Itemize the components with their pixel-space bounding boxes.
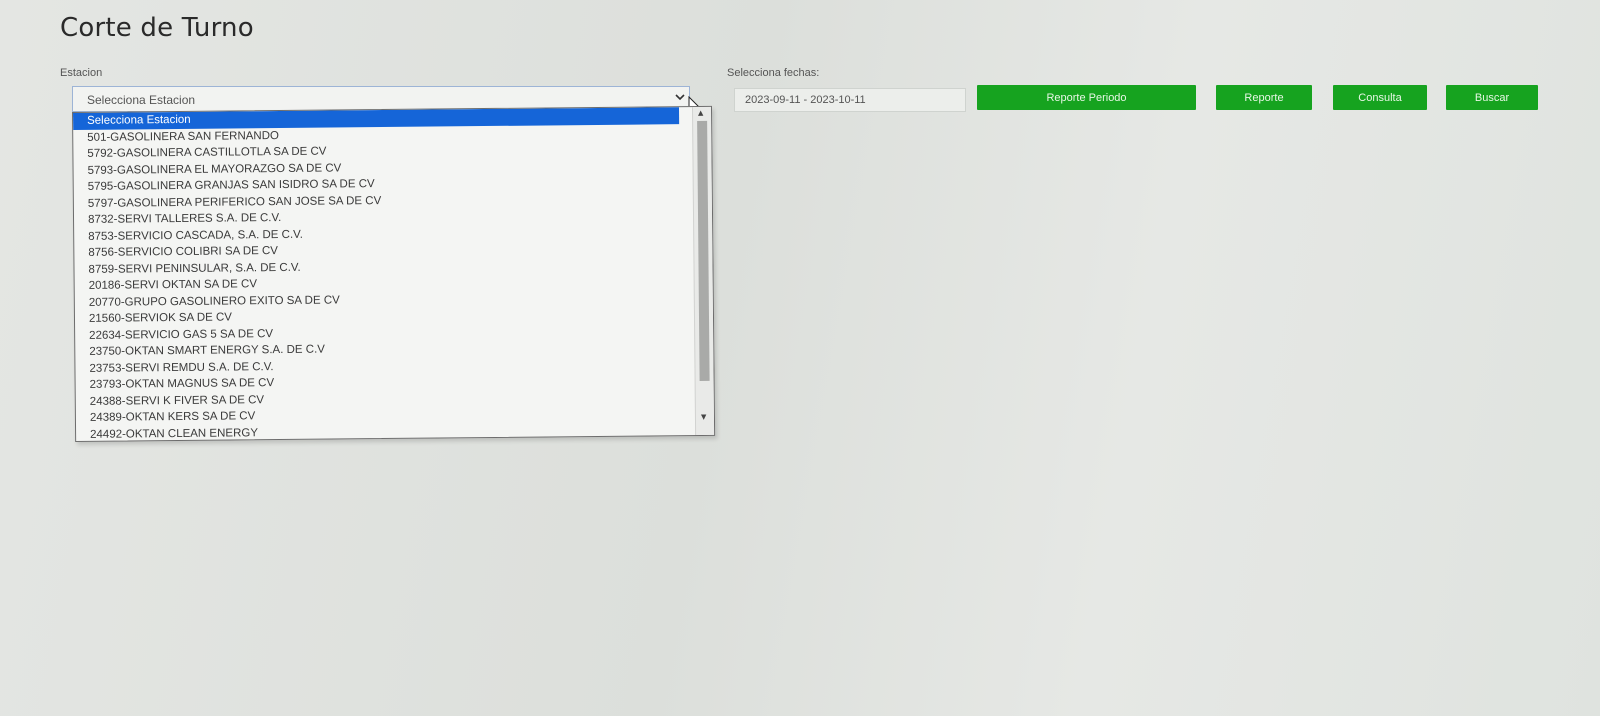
reporte-periodo-button[interactable]: Reporte Periodo [977, 85, 1196, 110]
dates-label: Selecciona fechas: [727, 67, 820, 79]
scroll-thumb[interactable] [697, 120, 710, 381]
reporte-button[interactable]: Reporte [1216, 85, 1312, 110]
scroll-down-icon[interactable]: ▼ [701, 413, 706, 421]
station-label: Estacion [60, 67, 103, 79]
station-dropdown-list[interactable]: Selecciona Estacion 501-GASOLINERA SAN F… [72, 105, 716, 442]
buscar-button[interactable]: Buscar [1446, 85, 1538, 110]
page-title: Corte de Turno [60, 13, 254, 43]
date-range-field[interactable]: 2023-09-11 - 2023-10-11 [734, 88, 966, 112]
dropdown-scrollbar[interactable]: ▲ ▼ [691, 106, 715, 436]
consulta-button[interactable]: Consulta [1333, 85, 1427, 110]
chevron-down-icon [675, 94, 685, 101]
scroll-up-icon[interactable]: ▲ [698, 109, 703, 117]
station-select-value: Selecciona Estacion [87, 93, 196, 107]
